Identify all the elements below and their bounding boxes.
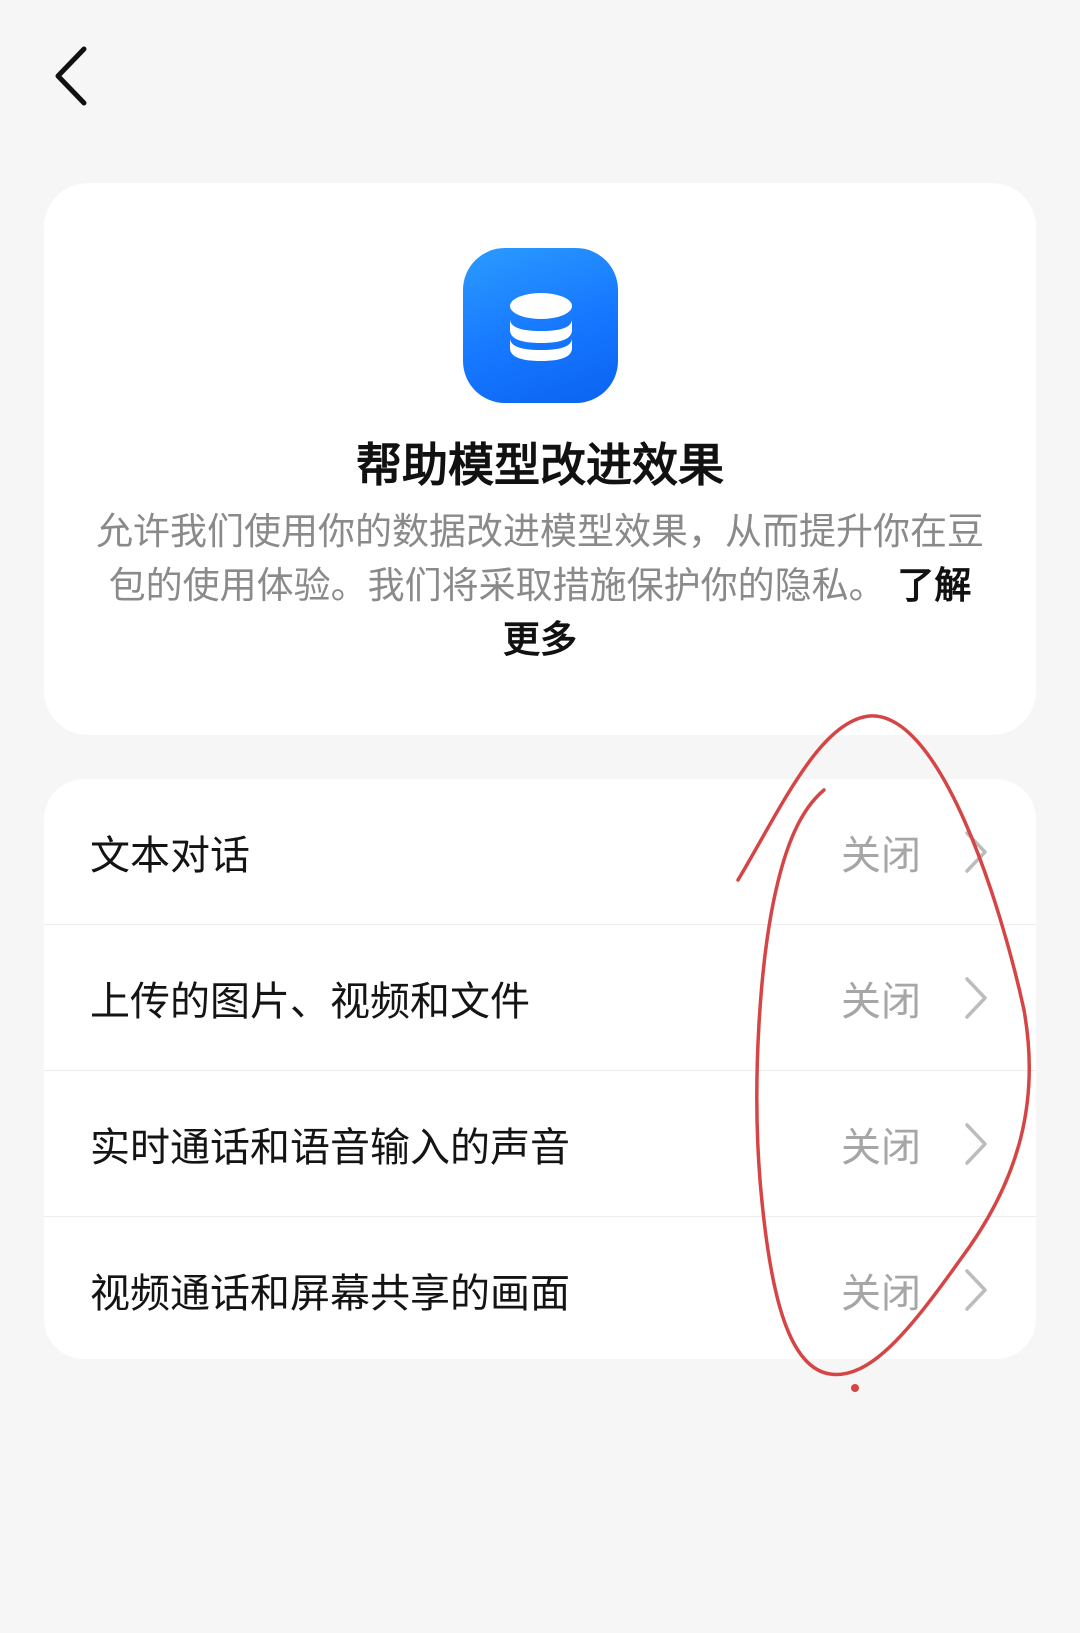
info-title: 帮助模型改进效果 — [356, 438, 724, 492]
info-description: 允许我们使用你的数据改进模型效果，从而提升你在豆包的使用体验。我们将采取措施保护… — [92, 505, 988, 667]
back-button[interactable] — [40, 40, 100, 112]
setting-row-uploads[interactable]: 上传的图片、视频和文件 关闭 — [44, 924, 1036, 1070]
chevron-left-icon — [55, 46, 87, 106]
chevron-right-icon — [965, 1122, 987, 1165]
chevron-right-icon — [965, 830, 987, 873]
setting-value: 关闭 — [841, 1270, 921, 1317]
setting-label: 视频通话和屏幕共享的画面 — [90, 1270, 570, 1317]
info-card: 帮助模型改进效果 允许我们使用你的数据改进模型效果，从而提升你在豆包的使用体验。… — [44, 183, 1036, 735]
setting-row-text-chat[interactable]: 文本对话 关闭 — [44, 779, 1036, 924]
setting-row-video[interactable]: 视频通话和屏幕共享的画面 关闭 — [44, 1216, 1036, 1359]
settings-list: 文本对话 关闭 上传的图片、视频和文件 关闭 实时通话和语音输入的声音 关闭 视… — [44, 779, 1036, 1359]
chevron-right-icon — [965, 1268, 987, 1311]
setting-label: 上传的图片、视频和文件 — [90, 978, 530, 1025]
setting-label: 实时通话和语音输入的声音 — [90, 1124, 570, 1171]
setting-value: 关闭 — [841, 978, 921, 1025]
description-text: 允许我们使用你的数据改进模型效果，从而提升你在豆包的使用体验。我们将采取措施保护… — [96, 510, 984, 607]
setting-label: 文本对话 — [90, 832, 250, 879]
chevron-right-icon — [965, 976, 987, 1019]
setting-row-voice[interactable]: 实时通话和语音输入的声音 关闭 — [44, 1070, 1036, 1216]
database-icon — [463, 248, 618, 403]
setting-value: 关闭 — [841, 1124, 921, 1171]
setting-value: 关闭 — [841, 832, 921, 879]
